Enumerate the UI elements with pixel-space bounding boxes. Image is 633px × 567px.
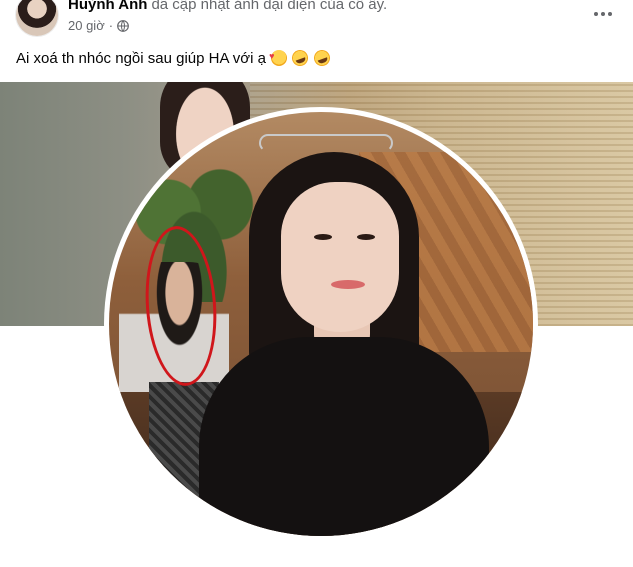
photo-woman-eye [314, 234, 332, 240]
rolling-on-floor-laughing-icon [311, 47, 332, 69]
author-avatar[interactable] [16, 0, 58, 36]
photo-woman-dress [199, 337, 489, 536]
globe-icon[interactable] [117, 20, 129, 32]
more-dot [601, 12, 605, 16]
rolling-on-floor-laughing-icon [290, 47, 311, 69]
photo-woman-face [281, 182, 399, 332]
post-caption: Ai xoá th nhóc ngồi sau giúp HA với ạ [16, 46, 332, 69]
post-card: Huỳnh Anh đã cập nhật ảnh đại diện của cô… [0, 0, 633, 567]
author-name[interactable]: Huỳnh Anh [68, 0, 147, 13]
smiling-face-with-hearts-icon [269, 46, 288, 66]
caption-text: Ai xoá th nhóc ngồi sau giúp HA với ạ [16, 50, 266, 67]
post-action-text: đã cập nhật ảnh đại diện của cô ấy. [151, 0, 388, 13]
meta-separator: · [108, 18, 114, 33]
photo-woman-lips [331, 280, 365, 289]
more-options-icon[interactable] [589, 4, 617, 24]
post-meta: 20 giờ · [68, 17, 129, 35]
post-title-line: Huỳnh Anh đã cập nhật ảnh đại diện của cô… [68, 0, 387, 15]
post-header: Huỳnh Anh đã cập nhật ảnh đại diện của cô… [0, 0, 633, 42]
photo-woman-eye [357, 234, 375, 240]
more-dot [594, 12, 598, 16]
photo-sunglasses [259, 134, 393, 152]
more-dot [608, 12, 612, 16]
post-timestamp[interactable]: 20 giờ [68, 17, 105, 35]
